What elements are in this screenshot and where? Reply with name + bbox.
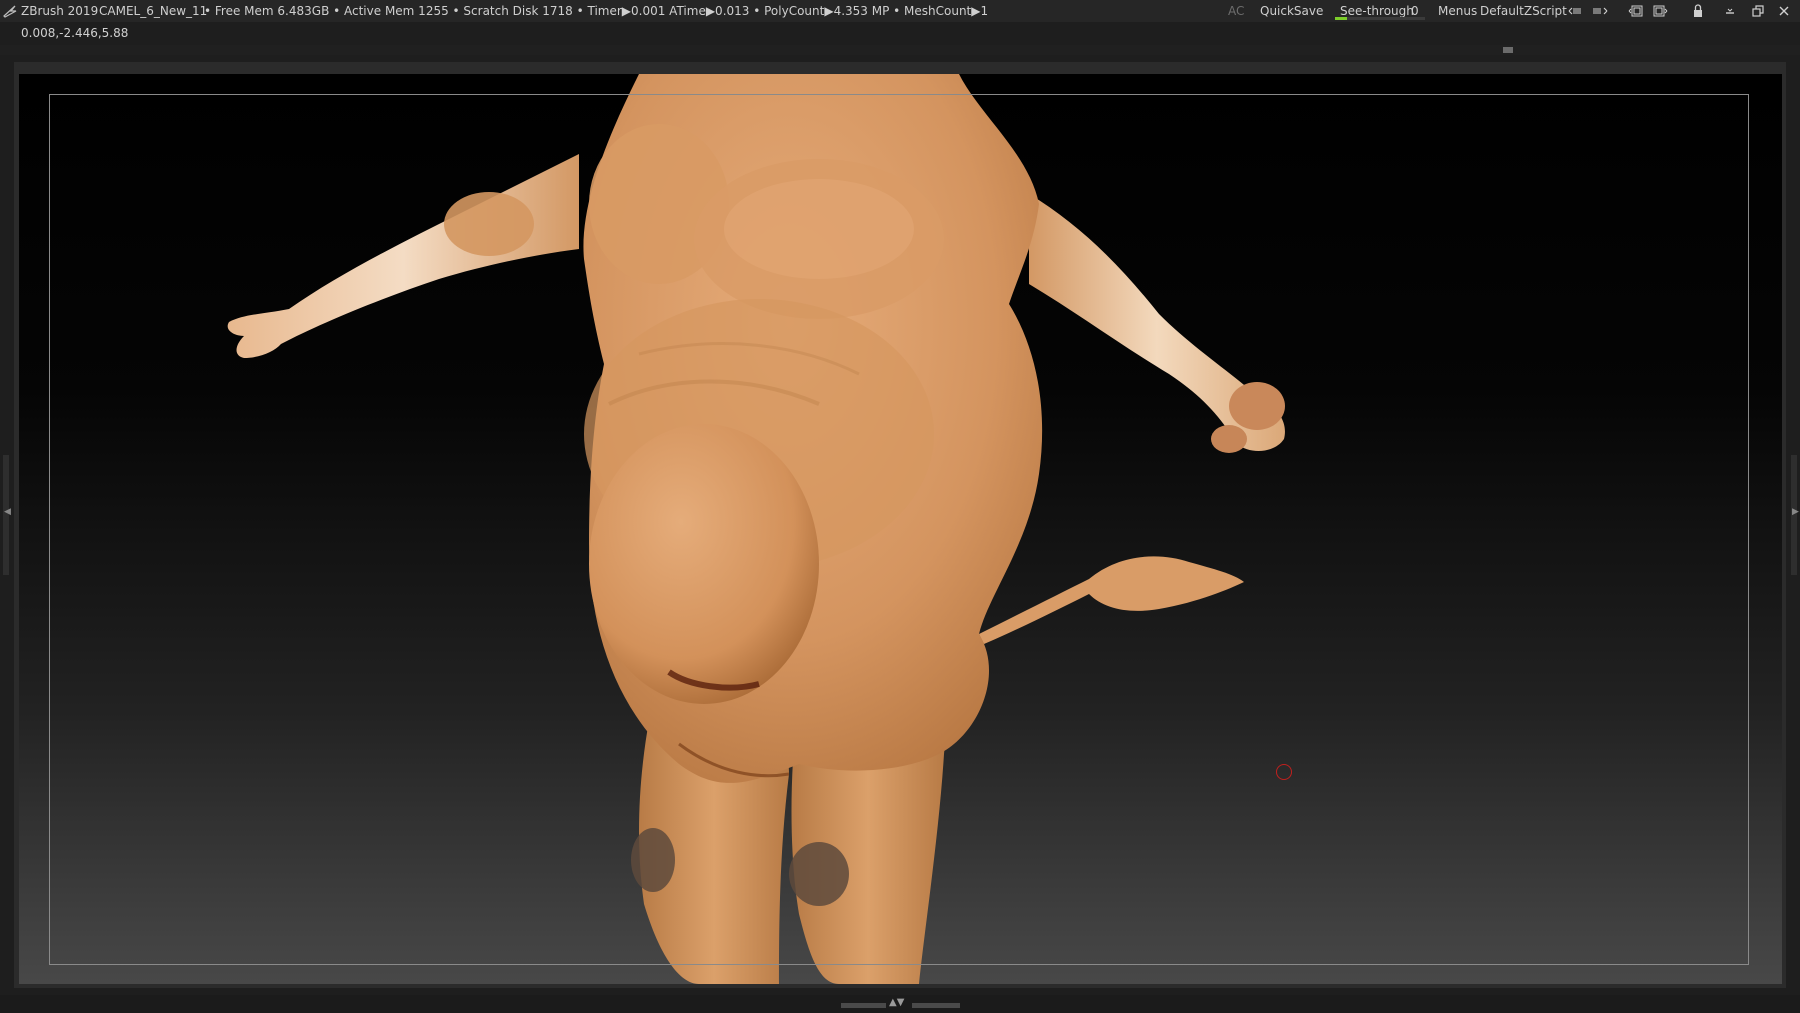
shelf-handle[interactable] (1503, 47, 1513, 53)
close-icon[interactable] (1776, 3, 1792, 19)
see-through-slider[interactable] (1335, 17, 1425, 20)
ui-expand-icon[interactable] (1592, 3, 1608, 19)
bottom-bar: ▲▼ (0, 995, 1800, 1013)
camel-model[interactable] (19, 74, 1782, 984)
layout-left-icon[interactable] (1628, 3, 1644, 19)
3d-viewport[interactable] (19, 74, 1782, 984)
lock-icon[interactable] (1690, 3, 1706, 19)
belly (589, 424, 819, 704)
zbrush-logo-icon (3, 5, 17, 18)
layout-right-icon[interactable] (1652, 3, 1668, 19)
bottom-tray-handle-right[interactable] (912, 1003, 960, 1008)
restore-icon[interactable] (1750, 3, 1766, 19)
minimize-icon[interactable] (1722, 3, 1738, 19)
left-tray-arrow-icon: ◀ (4, 507, 11, 517)
right-knee-pad (789, 842, 849, 906)
left-arm (227, 154, 579, 358)
ac-button[interactable]: AC (1228, 0, 1244, 22)
tail (979, 556, 1244, 644)
title-bar: ZBrush 2019 CAMEL_6_New_11 • Free Mem 6.… (0, 0, 1800, 22)
coordinate-readout: 0.008,-2.446,5.88 (21, 26, 129, 40)
top-shelf-divider (0, 45, 1800, 55)
memory-stats: • Free Mem 6.483GB • Active Mem 1255 • S… (204, 4, 989, 18)
bottom-tray-handle-left[interactable] (841, 1003, 886, 1008)
document-name: CAMEL_6_New_11 (99, 4, 208, 18)
app-name: ZBrush 2019 (21, 4, 99, 18)
right-tray-arrow-icon: ▶ (1792, 507, 1799, 517)
left-tray-tab[interactable]: ◀ (3, 455, 11, 575)
ui-shrink-icon[interactable] (1568, 3, 1584, 19)
brush-cursor (1276, 764, 1292, 780)
left-knee-pad (631, 828, 675, 892)
quicksave-button[interactable]: QuickSave (1260, 0, 1323, 22)
default-zscript-button[interactable]: DefaultZScript (1480, 0, 1567, 22)
bottom-tray-toggle-icon[interactable]: ▲▼ (889, 996, 904, 1010)
menus-button[interactable]: Menus (1438, 0, 1477, 22)
right-tray-tab[interactable]: ▶ (1791, 455, 1799, 575)
see-through-slider-fill (1335, 17, 1347, 20)
